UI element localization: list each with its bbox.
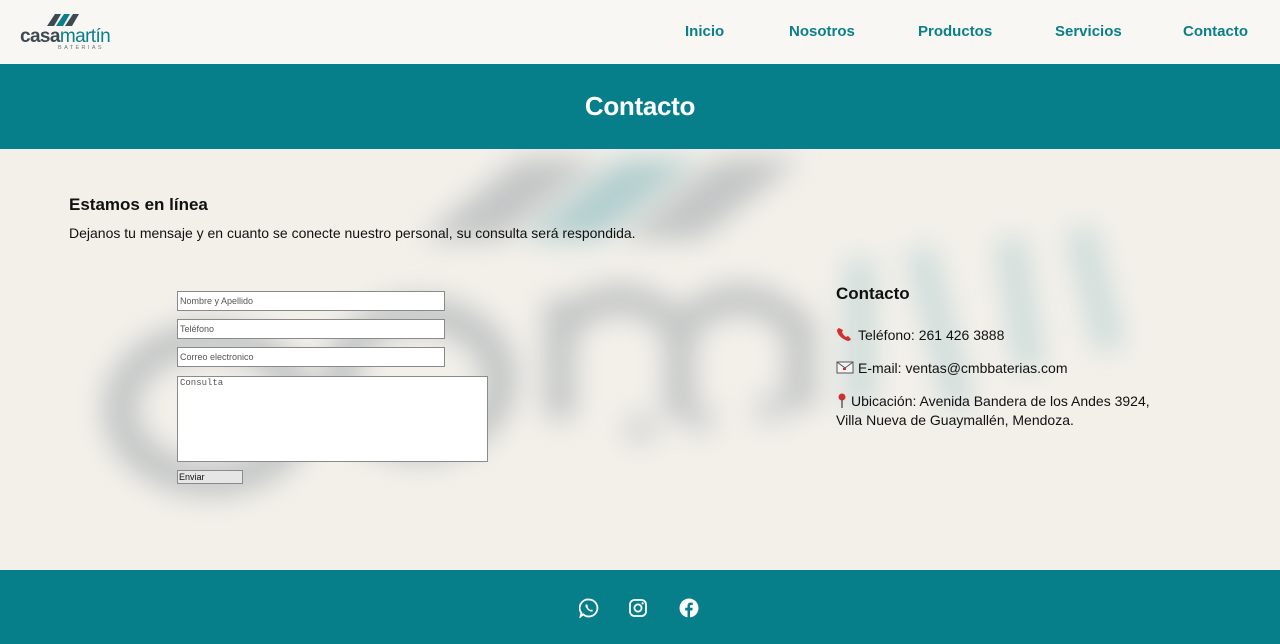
- online-text: Dejanos tu mensaje y en cuanto se conect…: [69, 225, 636, 241]
- contact-address-line1: Ubicación: Avenida Bandera de los Andes …: [851, 393, 1150, 409]
- email-input[interactable]: [177, 347, 445, 367]
- contact-phone: Teléfono: 261 426 3888: [836, 326, 1004, 345]
- message-textarea[interactable]: [177, 376, 488, 462]
- main-content: Estamos en línea Dejanos tu mensaje y en…: [0, 149, 1280, 570]
- envelope-icon: [836, 361, 854, 374]
- facebook-icon[interactable]: [679, 598, 699, 618]
- top-navbar: casamartín BATERIAS Inicio Nosotros Prod…: [0, 0, 1280, 64]
- telephone-icon: [837, 328, 851, 341]
- contact-address: Ubicación: Avenida Bandera de los Andes …: [836, 392, 1150, 430]
- logo-wordmark: casamartín: [20, 26, 111, 47]
- phone-input[interactable]: [177, 319, 445, 339]
- logo[interactable]: casamartín BATERIAS: [20, 12, 112, 52]
- nav-link-nosotros[interactable]: Nosotros: [789, 0, 855, 64]
- instagram-icon[interactable]: [628, 598, 648, 618]
- contact-heading: Contacto: [836, 284, 910, 303]
- contact-address-line2: Villa Nueva de Guaymallén, Mendoza.: [836, 412, 1074, 428]
- whatsapp-icon[interactable]: [578, 598, 599, 619]
- page-title: Contacto: [584, 91, 696, 121]
- contact-email: E-mail: ventas@cmbbaterias.com: [836, 359, 1068, 378]
- name-input[interactable]: [177, 291, 445, 311]
- submit-button[interactable]: Enviar: [177, 470, 243, 484]
- location-pin-icon: [838, 393, 846, 408]
- contact-email-text: E-mail: ventas@cmbbaterias.com: [858, 360, 1068, 376]
- contact-phone-text: Teléfono: 261 426 3888: [858, 327, 1005, 343]
- nav-link-inicio[interactable]: Inicio: [685, 0, 724, 64]
- hero-banner: Contacto: [0, 64, 1280, 149]
- logo-subtitle: BATERIAS: [58, 45, 104, 51]
- nav-link-contacto[interactable]: Contacto: [1183, 0, 1248, 64]
- footer: [0, 570, 1280, 644]
- nav-link-productos[interactable]: Productos: [918, 0, 992, 64]
- nav-link-servicios[interactable]: Servicios: [1055, 0, 1122, 64]
- online-heading: Estamos en línea: [69, 195, 208, 214]
